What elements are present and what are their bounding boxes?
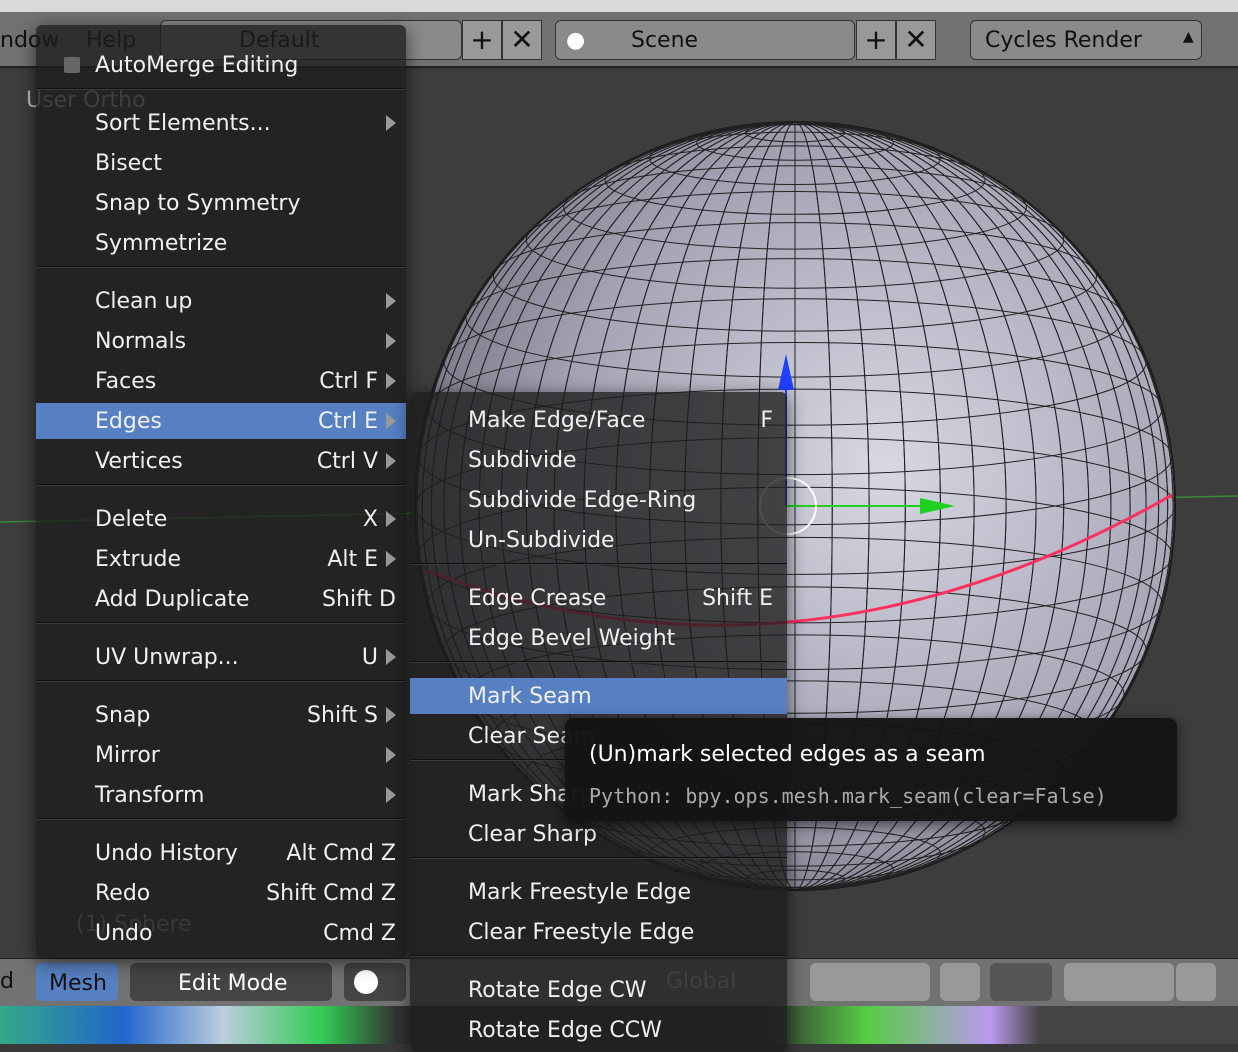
tooltip-description: (Un)mark selected edges as a seam bbox=[589, 742, 986, 767]
menu-item-label: Normals bbox=[95, 329, 187, 354]
menu-item-label: Vertices bbox=[95, 449, 183, 474]
menu-item-label: Un-Subdivide bbox=[468, 528, 615, 553]
submenu-arrow-icon bbox=[386, 787, 396, 803]
menu-item-label: Mark Freestyle Edge bbox=[468, 880, 692, 905]
menu-item-label: Edge Crease bbox=[468, 586, 607, 611]
view-label: User Ortho bbox=[26, 88, 146, 113]
window-title-strip bbox=[0, 0, 1238, 12]
menu-item-label: Subdivide bbox=[468, 448, 577, 473]
shortcut-label: Ctrl F bbox=[319, 369, 378, 394]
menu-item-label: Undo bbox=[95, 921, 153, 946]
shortcut-label: Ctrl V bbox=[316, 449, 378, 474]
mesh-menu[interactable]: Mesh bbox=[36, 963, 118, 1001]
shortcut-label: Shift S bbox=[307, 703, 378, 728]
menu-item-label: Add Duplicate bbox=[95, 587, 250, 612]
shortcut-label: Shift E bbox=[702, 586, 773, 611]
menu-add-cut[interactable]: d bbox=[0, 969, 14, 994]
scene-field[interactable]: ● Scene bbox=[555, 20, 855, 60]
menu-item-label: Snap bbox=[95, 703, 151, 728]
shortcut-label: F bbox=[760, 408, 773, 433]
occlude-geometry-button[interactable] bbox=[940, 963, 980, 1001]
menu-item-label: Clear Freestyle Edge bbox=[468, 920, 695, 945]
menu-item-label: Edges bbox=[95, 409, 162, 434]
menu-item-label: Rotate Edge CW bbox=[468, 978, 647, 1003]
tooltip-python: Python: bpy.ops.mesh.mark_seam(clear=Fal… bbox=[589, 784, 1107, 808]
menu-item-label: Make Edge/Face bbox=[468, 408, 646, 433]
menu-help[interactable]: Help bbox=[86, 28, 136, 53]
shortcut-label: X bbox=[362, 507, 378, 532]
submenu-arrow-icon bbox=[386, 453, 396, 469]
render-engine-select[interactable]: Cycles Render ▲ bbox=[970, 20, 1202, 60]
menu-item-label: Faces bbox=[95, 369, 157, 394]
checkbox[interactable] bbox=[64, 57, 80, 73]
shortcut-label: Shift D bbox=[322, 587, 396, 612]
snap-controls[interactable] bbox=[1064, 963, 1174, 1001]
updown-arrows-icon: ▲ bbox=[1183, 29, 1194, 45]
menu-item-label: Rotate Edge CCW bbox=[468, 1018, 662, 1043]
submenu-arrow-icon bbox=[386, 373, 396, 389]
select-mode-buttons[interactable] bbox=[810, 963, 930, 1001]
submenu-arrow-icon bbox=[386, 333, 396, 349]
shortcut-label: U bbox=[361, 645, 378, 670]
menu-item-label: Redo bbox=[95, 881, 151, 906]
add-layout-button[interactable]: + bbox=[462, 20, 502, 60]
snap-target-button[interactable] bbox=[1176, 963, 1216, 1001]
menu-item-label: Mirror bbox=[95, 743, 160, 768]
menu-item-label: Transform bbox=[95, 783, 205, 808]
menu-item-label: Bisect bbox=[95, 151, 162, 176]
menu-item-label: UV Unwrap... bbox=[95, 645, 239, 670]
menu-item-label: Clean up bbox=[95, 289, 193, 314]
solid-shading-icon bbox=[354, 970, 378, 994]
shortcut-label: Alt Cmd Z bbox=[286, 841, 396, 866]
remove-layout-button[interactable]: ✕ bbox=[502, 20, 542, 60]
menu-item-label: Snap to Symmetry bbox=[95, 191, 301, 216]
menu-item-label: Undo History bbox=[95, 841, 238, 866]
proportional-edit-select[interactable] bbox=[990, 963, 1052, 1001]
menu-item-label: Edge Bevel Weight bbox=[468, 626, 676, 651]
submenu-arrow-icon bbox=[386, 413, 396, 429]
menu-item-label: Extrude bbox=[95, 547, 182, 572]
menu-item-label: Delete bbox=[95, 507, 168, 532]
menu-item-label: Clear Sharp bbox=[468, 822, 597, 847]
menu-item-label: Sort Elements... bbox=[95, 111, 271, 136]
remove-scene-button[interactable]: ✕ bbox=[896, 20, 936, 60]
menu-item-label: Symmetrize bbox=[95, 231, 228, 256]
shortcut-label: Shift Cmd Z bbox=[266, 881, 396, 906]
shortcut-label: Alt E bbox=[327, 547, 378, 572]
shortcut-label: Cmd Z bbox=[323, 921, 396, 946]
mode-value: Edit Mode bbox=[178, 971, 288, 996]
menu-item-label: Mark Seam bbox=[468, 684, 592, 709]
viewport-shading-select[interactable] bbox=[344, 963, 406, 1001]
scene-name: Scene bbox=[631, 28, 699, 53]
submenu-arrow-icon bbox=[386, 551, 396, 567]
menu-window[interactable]: ndow bbox=[0, 28, 59, 53]
submenu-arrow-icon bbox=[386, 115, 396, 131]
orientation-value[interactable]: Global bbox=[666, 969, 736, 994]
layout-name: Default bbox=[239, 28, 320, 53]
add-scene-button[interactable]: + bbox=[856, 20, 896, 60]
submenu-arrow-icon bbox=[386, 511, 396, 527]
submenu-arrow-icon bbox=[386, 293, 396, 309]
submenu-arrow-icon bbox=[386, 707, 396, 723]
tooltip: (Un)mark selected edges as a seam Python… bbox=[565, 718, 1177, 821]
shortcut-label: Ctrl E bbox=[317, 409, 378, 434]
render-engine-value: Cycles Render bbox=[985, 28, 1142, 53]
menu-item-label: Subdivide Edge-Ring bbox=[468, 488, 697, 513]
menu-item-label: AutoMerge Editing bbox=[95, 53, 299, 78]
submenu-arrow-icon bbox=[386, 747, 396, 763]
scene-icon: ● bbox=[566, 28, 586, 53]
mode-select[interactable]: Edit Mode bbox=[130, 963, 332, 1001]
submenu-arrow-icon bbox=[386, 649, 396, 665]
